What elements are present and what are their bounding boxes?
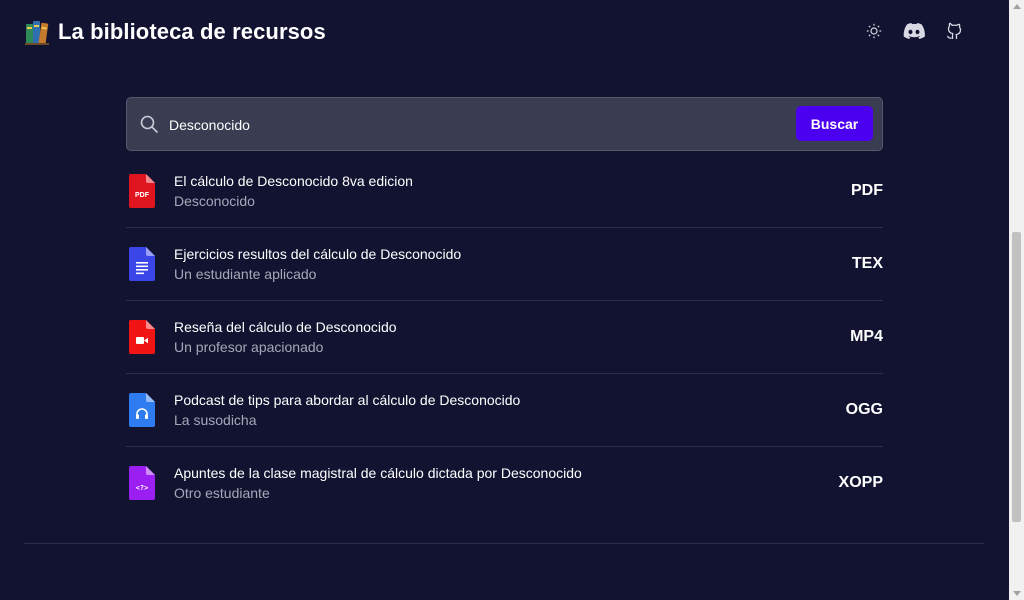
discord-link[interactable] bbox=[903, 20, 925, 42]
scrollbar[interactable] bbox=[1009, 0, 1024, 600]
result-item[interactable]: <?> Apuntes de la clase magistral de cál… bbox=[126, 447, 883, 519]
result-item[interactable]: Reseña del cálculo de Desconocido Un pro… bbox=[126, 301, 883, 374]
site-title: La biblioteca de recursos bbox=[58, 19, 326, 44]
result-title: El cálculo de Desconocido 8va edicion bbox=[174, 173, 413, 189]
scroll-up-arrow-icon[interactable] bbox=[1013, 4, 1021, 9]
document-file-icon bbox=[129, 247, 155, 281]
result-item[interactable]: Ejercicios resultos del cálculo de Desco… bbox=[126, 228, 883, 301]
result-item[interactable]: Podcast de tips para abordar al cálculo … bbox=[126, 374, 883, 447]
result-file-type: MP4 bbox=[850, 328, 883, 345]
result-file-type: XOPP bbox=[838, 474, 883, 491]
result-file-type: OGG bbox=[845, 401, 883, 418]
result-author: Desconocido bbox=[174, 193, 255, 209]
scroll-down-arrow-icon[interactable] bbox=[1013, 591, 1021, 596]
header: La biblioteca de recursos bbox=[0, 0, 1009, 64]
github-icon bbox=[946, 22, 962, 39]
header-actions bbox=[863, 20, 965, 42]
svg-text:PDF: PDF bbox=[135, 192, 150, 199]
search-icon bbox=[140, 115, 158, 133]
result-item[interactable]: PDF El cálculo de Desconocido 8va edicio… bbox=[126, 155, 883, 228]
video-file-icon bbox=[129, 320, 155, 354]
result-author: La susodicha bbox=[174, 412, 257, 428]
result-title: Reseña del cálculo de Desconocido bbox=[174, 319, 397, 335]
footer-divider bbox=[24, 543, 984, 544]
svg-text:<?>: <?> bbox=[136, 484, 149, 492]
result-author: Otro estudiante bbox=[174, 485, 270, 501]
audio-file-icon bbox=[129, 393, 155, 427]
site-logo[interactable]: La biblioteca de recursos bbox=[24, 18, 326, 46]
theme-toggle-button[interactable] bbox=[863, 20, 885, 42]
pdf-file-icon: PDF bbox=[129, 174, 155, 208]
search-input[interactable] bbox=[167, 108, 791, 142]
result-file-type: TEX bbox=[851, 255, 883, 272]
results-list: PDF El cálculo de Desconocido 8va edicio… bbox=[126, 155, 883, 519]
search-bar: Buscar bbox=[126, 97, 883, 151]
result-title: Podcast de tips para abordar al cálculo … bbox=[174, 392, 521, 408]
result-title: Apuntes de la clase magistral de cálculo… bbox=[174, 465, 582, 481]
search-button[interactable]: Buscar bbox=[796, 106, 873, 141]
discord-icon bbox=[903, 23, 925, 39]
result-file-type: PDF bbox=[851, 182, 883, 199]
scrollbar-thumb[interactable] bbox=[1012, 232, 1021, 522]
result-author: Un estudiante aplicado bbox=[174, 266, 317, 282]
sun-icon bbox=[866, 23, 882, 39]
github-link[interactable] bbox=[943, 20, 965, 42]
result-author: Un profesor apacionado bbox=[174, 339, 324, 355]
result-title: Ejercicios resultos del cálculo de Desco… bbox=[174, 246, 462, 262]
books-icon bbox=[25, 21, 49, 45]
code-file-icon: <?> bbox=[129, 466, 155, 500]
